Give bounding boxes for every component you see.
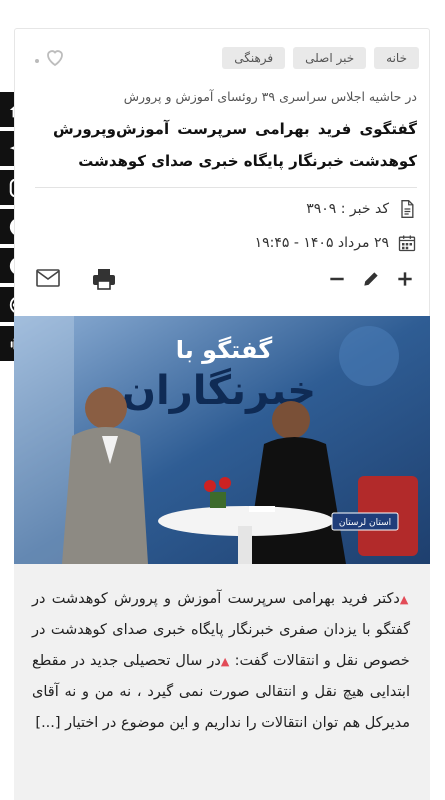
bullet-triangle-icon: ▲ bbox=[399, 593, 410, 606]
article-title: گفتگوی فرید بهرامی سرپرست آموزش‌وپرورش ک… bbox=[53, 120, 417, 170]
news-date-text: ۲۹ مرداد ۱۴۰۵ - ۱۹:۴۵ bbox=[254, 235, 389, 251]
breadcrumb: خانه خبر اصلی فرهنگی bbox=[222, 47, 419, 69]
tag-culture[interactable]: فرهنگی bbox=[222, 47, 286, 69]
article-lead-box: ▲دکتر فرید بهرامی سرپرست آموزش و پرورش ک… bbox=[14, 564, 430, 800]
divider bbox=[35, 187, 417, 188]
document-icon bbox=[401, 200, 414, 218]
tag-main-news[interactable]: خبر اصلی bbox=[293, 47, 367, 69]
news-code: کد خبر : ۳۹۰۹ bbox=[306, 199, 417, 219]
print-icon[interactable] bbox=[91, 267, 117, 291]
article-lead: ▲دکتر فرید بهرامی سرپرست آموزش و پرورش ک… bbox=[32, 584, 410, 739]
dot-decoration bbox=[35, 59, 39, 63]
news-photo: گفتگو با خبرنگاران استان لرستان bbox=[14, 316, 430, 564]
font-controls bbox=[327, 269, 415, 289]
news-date: ۲۹ مرداد ۱۴۰۵ - ۱۹:۴۵ bbox=[255, 233, 417, 253]
plus-icon[interactable] bbox=[395, 269, 415, 289]
minus-icon[interactable] bbox=[327, 269, 347, 289]
heart-icon[interactable] bbox=[43, 45, 69, 71]
news-code-text: کد خبر : ۳۹۰۹ bbox=[306, 201, 389, 217]
calendar-icon bbox=[398, 235, 416, 252]
pencil-icon[interactable] bbox=[361, 269, 381, 289]
photo-caption: استان لرستان bbox=[339, 518, 391, 528]
mail-icon[interactable] bbox=[35, 267, 61, 289]
tag-home[interactable]: خانه bbox=[374, 47, 419, 69]
banner-small-text: گفتگو با bbox=[176, 336, 272, 364]
article-subtitle: در حاشیه اجلاس سراسری ۳۹ روئسای آموزش و … bbox=[123, 89, 417, 104]
bullet-triangle-icon: ▲ bbox=[220, 655, 230, 668]
share-controls bbox=[35, 267, 117, 291]
